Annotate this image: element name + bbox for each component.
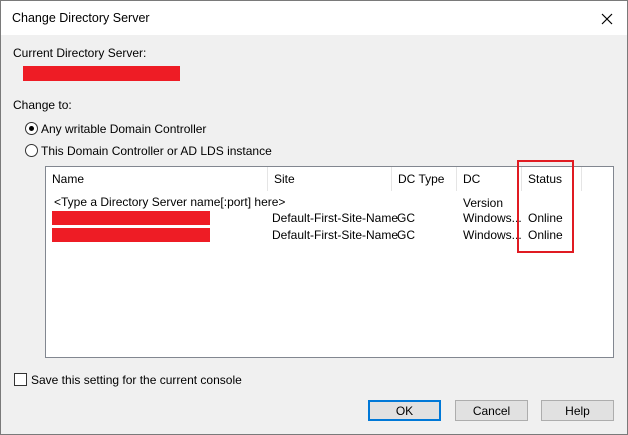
redacted-server-name [52,211,210,225]
server-name-input-placeholder[interactable]: <Type a Directory Server name[:port] her… [54,195,285,209]
column-header-dc-type[interactable]: DC Type [392,167,457,191]
row-dc-type: GC [397,211,415,225]
help-button[interactable]: Help [541,400,614,421]
row-dc-version: Windows... [463,211,522,225]
ok-button[interactable]: OK [368,400,441,421]
radio-this-dc[interactable] [25,144,38,157]
column-header-name[interactable]: Name [46,167,268,191]
save-setting-label[interactable]: Save this setting for the current consol… [31,373,242,387]
close-icon[interactable] [597,9,617,29]
change-to-label: Change to: [13,98,72,112]
redacted-server-name [52,228,210,242]
cancel-button[interactable]: Cancel [455,400,528,421]
redacted-current-server [23,66,180,81]
save-setting-checkbox[interactable] [14,373,27,386]
row-dc-type: GC [397,228,415,242]
row-dc-version: Windows... [463,228,522,242]
status-column-highlight [517,160,574,253]
row-site: Default-First-Site-Name [272,228,399,242]
column-header-site[interactable]: Site [268,167,392,191]
radio-any-writable-dc[interactable] [25,122,38,135]
radio-any-writable-dc-label[interactable]: Any writable Domain Controller [41,122,206,136]
current-server-label: Current Directory Server: [13,46,147,60]
window-title: Change Directory Server [12,11,150,25]
change-directory-server-dialog: Change Directory Server Current Director… [0,0,628,435]
title-bar: Change Directory Server [1,1,627,35]
row-site: Default-First-Site-Name [272,211,399,225]
radio-this-dc-label[interactable]: This Domain Controller or AD LDS instanc… [41,144,272,158]
column-header-dc-version[interactable]: DC Version [457,167,522,210]
